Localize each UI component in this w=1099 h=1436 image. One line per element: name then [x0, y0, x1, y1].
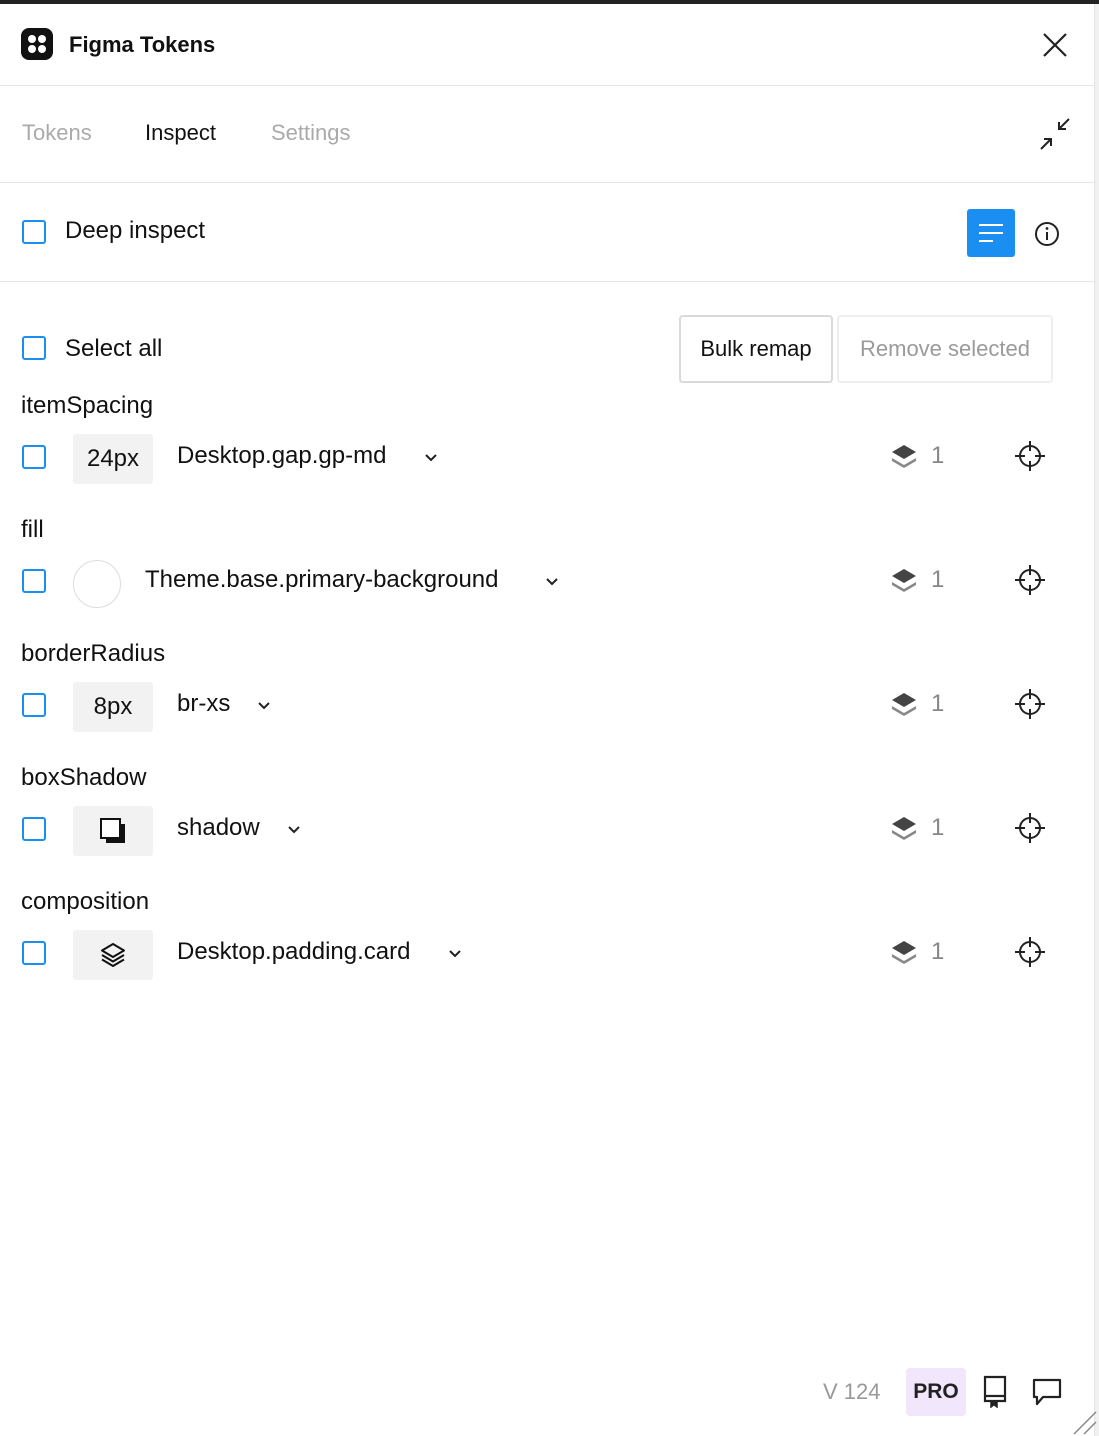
- deep-inspect-bar: Deep inspect: [0, 183, 1095, 282]
- bulk-remap-button[interactable]: Bulk remap: [679, 315, 833, 383]
- token-name[interactable]: Desktop.padding.card: [177, 938, 410, 966]
- token-row: Desktop.padding.card 1: [0, 924, 1095, 984]
- select-all-checkbox[interactable]: [22, 336, 46, 360]
- shadow-icon: [100, 818, 125, 843]
- docs-icon[interactable]: [980, 1374, 1010, 1408]
- target-icon[interactable]: [1014, 440, 1046, 472]
- app-title: Figma Tokens: [69, 32, 216, 57]
- chevron-down-icon[interactable]: [544, 574, 560, 590]
- chevron-down-icon[interactable]: [286, 822, 302, 838]
- token-usage-count: 1: [931, 566, 945, 593]
- target-icon[interactable]: [1014, 812, 1046, 844]
- token-usage-count: 1: [931, 938, 945, 965]
- token-row: 24px Desktop.gap.gp-md 1: [0, 428, 1095, 488]
- plugin-header: Figma Tokens: [0, 4, 1095, 86]
- chevron-down-icon[interactable]: [423, 450, 439, 466]
- token-checkbox[interactable]: [22, 445, 46, 469]
- group-title: boxShadow: [21, 764, 147, 791]
- color-swatch: [73, 560, 121, 608]
- token-name[interactable]: br-xs: [177, 690, 230, 718]
- token-name[interactable]: shadow: [177, 814, 260, 842]
- token-row: shadow 1: [0, 800, 1095, 860]
- chevron-down-icon[interactable]: [447, 946, 463, 962]
- token-value-preview: 8px: [73, 682, 153, 732]
- tab-bar: Tokens Inspect Settings: [0, 86, 1095, 183]
- group-title: composition: [21, 888, 150, 915]
- tab-settings[interactable]: Settings: [271, 120, 351, 146]
- layers-icon: [892, 817, 916, 840]
- group-title: itemSpacing: [21, 392, 154, 419]
- group-title: borderRadius: [21, 640, 166, 667]
- deep-inspect-label: Deep inspect: [65, 217, 206, 244]
- token-checkbox[interactable]: [22, 569, 46, 593]
- token-value-preview: 24px: [73, 434, 153, 484]
- layers-icon: [892, 693, 916, 716]
- deep-inspect-checkbox[interactable]: [22, 220, 46, 244]
- token-name[interactable]: Theme.base.primary-background: [145, 566, 499, 594]
- close-icon[interactable]: [1040, 30, 1070, 60]
- token-name[interactable]: Desktop.gap.gp-md: [177, 442, 386, 470]
- minimize-icon[interactable]: [1037, 116, 1073, 152]
- target-icon[interactable]: [1014, 564, 1046, 596]
- token-value-preview: [73, 806, 153, 856]
- resize-icon[interactable]: [1072, 1410, 1098, 1436]
- app-logo-icon: [21, 28, 53, 60]
- target-icon[interactable]: [1014, 936, 1046, 968]
- token-checkbox[interactable]: [22, 817, 46, 841]
- layers-icon: [892, 445, 916, 468]
- token-usage-count: 1: [931, 690, 945, 717]
- select-all-label: Select all: [65, 335, 163, 362]
- layers-icon: [892, 569, 916, 592]
- token-checkbox[interactable]: [22, 693, 46, 717]
- chevron-down-icon[interactable]: [256, 698, 272, 714]
- token-row: Theme.base.primary-background 1: [0, 552, 1095, 612]
- layers-icon: [892, 941, 916, 964]
- token-checkbox[interactable]: [22, 941, 46, 965]
- version-label: V 124: [823, 1379, 881, 1404]
- target-icon[interactable]: [1014, 688, 1046, 720]
- info-icon[interactable]: [1034, 221, 1060, 247]
- token-usage-count: 1: [931, 442, 945, 469]
- tab-inspect[interactable]: Inspect: [145, 120, 216, 146]
- list-view-icon[interactable]: [967, 209, 1015, 257]
- token-row: 8px br-xs 1: [0, 676, 1095, 736]
- pro-badge[interactable]: PRO: [906, 1368, 966, 1416]
- composition-layers-icon: [101, 943, 125, 967]
- group-title: fill: [21, 516, 44, 543]
- token-usage-count: 1: [931, 814, 945, 841]
- feedback-icon[interactable]: [1031, 1376, 1063, 1408]
- tab-tokens[interactable]: Tokens: [22, 120, 92, 146]
- remove-selected-button[interactable]: Remove selected: [837, 315, 1053, 383]
- token-value-preview: [73, 930, 153, 980]
